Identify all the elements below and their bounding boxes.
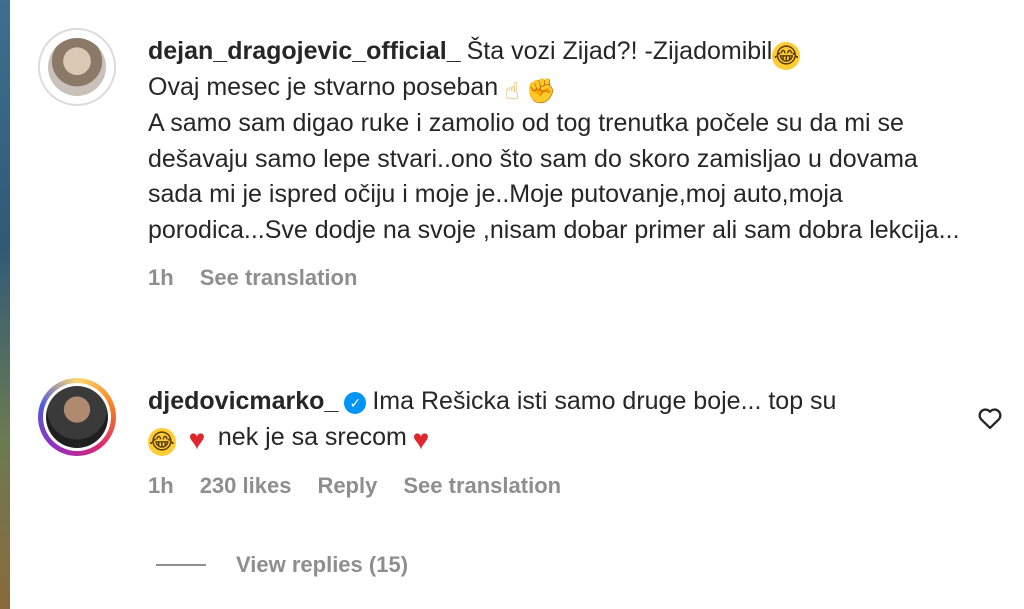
background-edge	[0, 0, 10, 609]
see-translation-button[interactable]: See translation	[200, 265, 358, 291]
heart-emoji-icon: ♥	[188, 423, 206, 455]
comment-time: 1h	[148, 265, 174, 290]
comment-username[interactable]: djedovicmarko_	[148, 387, 338, 415]
comment-username[interactable]: dejan_dragojevic_official_	[148, 37, 461, 65]
comment-line: Šta vozi Zijad?! -Zijadomibil	[466, 37, 773, 65]
heart-emoji-icon: ♥	[412, 423, 430, 455]
heart-outline-icon[interactable]	[976, 404, 1004, 432]
laugh-emoji-icon: 😂	[772, 42, 801, 70]
pointing-hand-icon: ☝	[504, 78, 520, 105]
avatar-photo	[48, 38, 106, 96]
comment-line: Ima Rešicka isti samo druge boje... top …	[372, 387, 837, 415]
laugh-emoji-icon: 😂	[148, 427, 176, 456]
comment-line: A samo sam digao ruke i zamolio od tog t…	[148, 109, 960, 244]
divider-line	[156, 564, 206, 566]
verified-badge-icon: ✓	[344, 392, 367, 414]
avatar[interactable]	[38, 378, 116, 456]
likes-count[interactable]: 230 likes	[200, 473, 292, 499]
avatar[interactable]	[38, 28, 116, 106]
comment-line: nek je sa srecom	[217, 422, 407, 451]
comment-meta: 1h See translation	[148, 265, 964, 291]
view-replies-label: View replies (15)	[236, 552, 409, 577]
view-replies-button[interactable]: View replies (15)	[156, 552, 408, 578]
reply-button[interactable]: Reply	[317, 473, 377, 499]
raised-hands-icon: ✊	[526, 78, 557, 105]
see-translation-button[interactable]: See translation	[403, 473, 561, 499]
avatar-photo	[46, 386, 108, 448]
comment-meta: 1h 230 likes Reply See translation	[148, 473, 964, 499]
comment-time: 1h	[148, 472, 174, 498]
comment-line: Ovaj mesec je stvarno poseban	[148, 73, 499, 101]
comment-text: djedovicmarko_ ✓ Ima Rešicka isti samo dru…	[148, 384, 964, 456]
comment-text: dejan_dragojevic_official_ Šta vozi Zijad…	[148, 34, 964, 248]
